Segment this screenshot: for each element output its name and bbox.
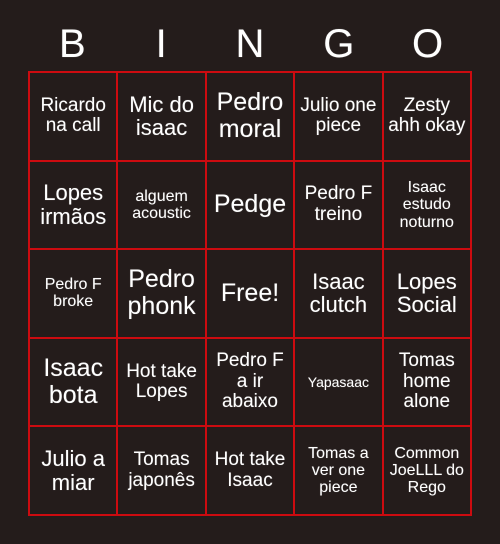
bingo-cell-label: Hot take Isaac	[214, 449, 286, 491]
bingo-header-letter-b: B	[59, 21, 86, 66]
bingo-cell-label: Pedro F a ir abaixo	[216, 350, 284, 413]
bingo-cell[interactable]: Pedro F a ir abaixo	[206, 338, 296, 428]
bingo-cell[interactable]: Pedro F treino	[295, 161, 384, 251]
bingo-cell-label: Pedro phonk	[127, 265, 196, 321]
bingo-cell[interactable]: alguem acoustic	[118, 161, 207, 251]
bingo-header-letter-i: I	[155, 21, 167, 66]
bingo-cell[interactable]: Mic do isaac	[118, 73, 207, 162]
bingo-cell-label: Ricardo na call	[40, 94, 106, 137]
bingo-cell-label: Tomas japonês	[128, 449, 195, 491]
bingo-header-letter-o: O	[412, 21, 444, 66]
bingo-cell[interactable]: Isaac clutch	[295, 250, 384, 339]
bingo-cell[interactable]: Common JoeLLL do Rego	[383, 427, 472, 516]
bingo-cell-label: Lopes irmãos	[40, 180, 107, 229]
bingo-cell-label: Isaac estudo noturno	[399, 178, 454, 231]
bingo-cell-label: alguem acoustic	[132, 187, 191, 222]
bingo-cell-label: Hot take Lopes	[126, 360, 197, 403]
bingo-cell-label: Tomas a ver one piece	[308, 444, 369, 497]
bingo-cell-label: Pedro moral	[216, 88, 284, 144]
bingo-header-letter-g: G	[323, 21, 355, 66]
bingo-header-letter-n: N	[235, 21, 265, 66]
bingo-cell-label: Lopes Social	[396, 268, 457, 318]
bingo-cell[interactable]: Julio a miar	[30, 427, 119, 516]
bingo-cell[interactable]: Tomas home alone	[383, 338, 472, 428]
bingo-cell[interactable]: Tomas japonês	[118, 427, 207, 516]
bingo-cell-label: Pedro F treino	[304, 183, 373, 225]
bingo-cell[interactable]: Pedro moral	[206, 73, 296, 162]
bingo-cell-label: Pedro F broke	[44, 276, 102, 311]
bingo-cell[interactable]: Isaac bota	[30, 338, 119, 428]
bingo-cell[interactable]: Pedro F broke	[30, 250, 119, 339]
bingo-grid: Ricardo na call Mic do isaac Pedro moral Ju…	[28, 71, 472, 516]
bingo-cell[interactable]: Ricardo na call	[30, 73, 119, 162]
bingo-card: B I N G O Ricardo na call Mic do isaac Ped…	[0, 0, 500, 544]
bingo-cell[interactable]: Lopes irmãos	[30, 161, 119, 251]
bingo-header-row: B I N G O	[28, 16, 472, 71]
bingo-cell-label: Free!	[220, 278, 280, 307]
bingo-cell-label: Julio one piece	[300, 94, 377, 137]
bingo-cell-label: Yapasaac	[307, 373, 369, 390]
bingo-cell-label: Common JoeLLL do Rego	[389, 444, 464, 497]
bingo-cell-label: Isaac clutch	[309, 268, 368, 318]
bingo-cell[interactable]: Lopes Social	[383, 250, 472, 339]
bingo-cell[interactable]: Yapasaac	[295, 338, 384, 428]
bingo-cell-label: Pedge	[213, 190, 287, 219]
bingo-cell[interactable]: Pedro phonk	[118, 250, 207, 339]
bingo-cell[interactable]: Julio one piece	[295, 73, 384, 162]
bingo-cell[interactable]: Isaac estudo noturno	[383, 161, 472, 251]
bingo-cell[interactable]: Pedge	[206, 161, 296, 251]
bingo-cell-label: Zesty ahh okay	[388, 94, 466, 137]
bingo-cell[interactable]: Hot take Isaac	[206, 427, 296, 516]
bingo-cell[interactable]: Tomas a ver one piece	[295, 427, 384, 516]
bingo-cell-label: Mic do isaac	[129, 91, 194, 141]
bingo-cell-label: Tomas home alone	[398, 350, 455, 413]
bingo-cell-label: Isaac bota	[43, 354, 104, 410]
bingo-cell[interactable]: Zesty ahh okay	[383, 73, 472, 162]
bingo-cell[interactable]: Hot take Lopes	[118, 338, 207, 428]
bingo-cell-label: Julio a miar	[41, 445, 105, 495]
bingo-free-space-cell[interactable]: Free!	[206, 250, 296, 339]
